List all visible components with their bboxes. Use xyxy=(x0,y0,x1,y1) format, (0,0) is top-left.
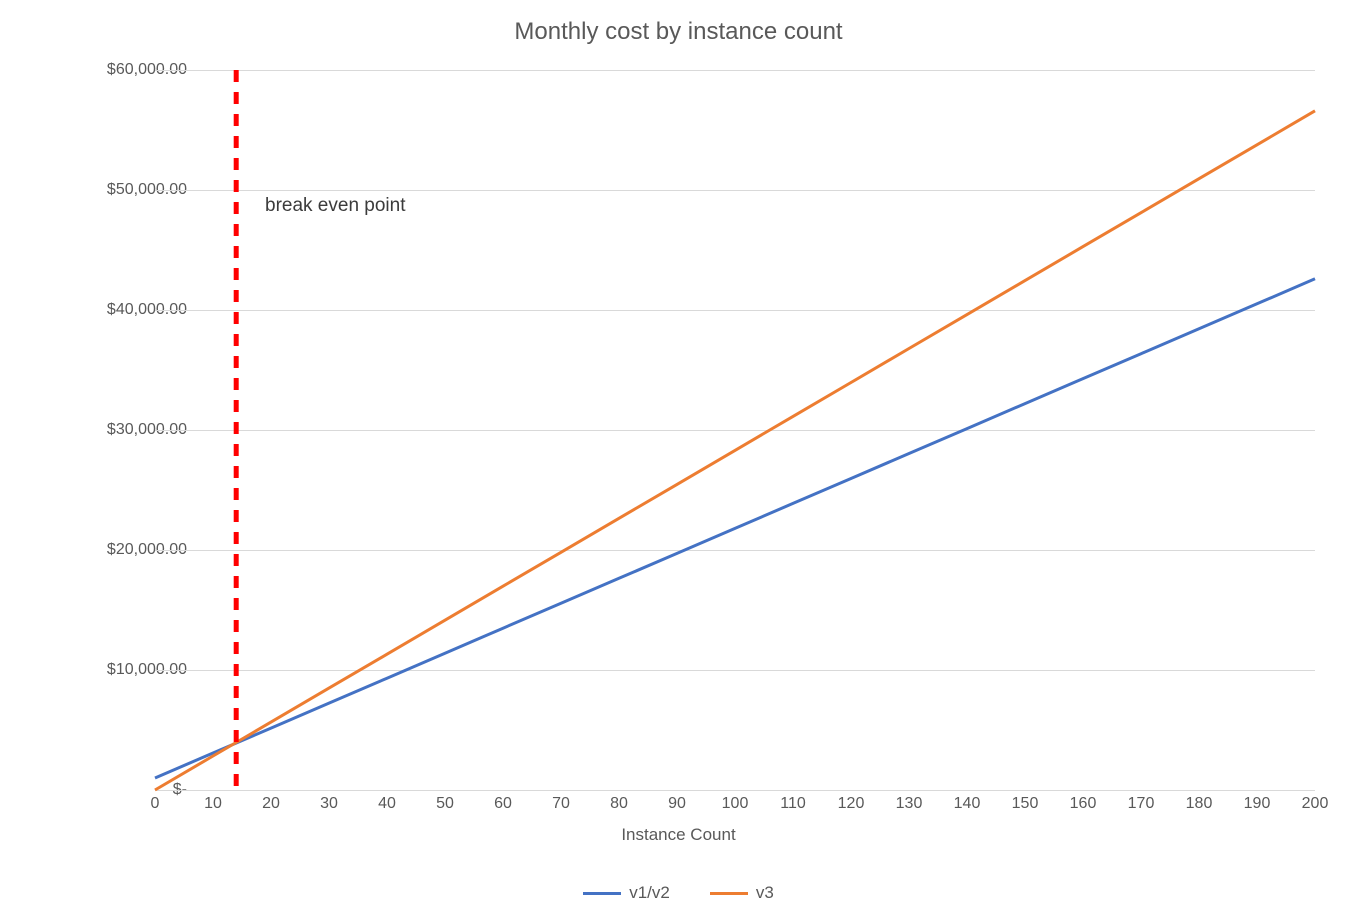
legend: v1/v2 v3 xyxy=(0,883,1357,903)
legend-label-v3: v3 xyxy=(756,883,774,903)
x-tick-label: 160 xyxy=(1070,795,1097,813)
x-tick-label: 140 xyxy=(954,795,981,813)
legend-swatch-v3 xyxy=(710,892,748,895)
legend-item-v1v2: v1/v2 xyxy=(583,883,670,903)
legend-label-v1v2: v1/v2 xyxy=(629,883,670,903)
x-tick-label: 10 xyxy=(204,795,222,813)
x-tick-label: 150 xyxy=(1012,795,1039,813)
x-tick-label: 20 xyxy=(262,795,280,813)
gridline xyxy=(155,790,1315,791)
x-tick-label: 90 xyxy=(668,795,686,813)
plot-area xyxy=(155,70,1315,790)
x-tick-label: 70 xyxy=(552,795,570,813)
x-tick-label: 110 xyxy=(780,795,806,813)
x-tick-label: 30 xyxy=(320,795,338,813)
x-tick-label: 190 xyxy=(1244,795,1271,813)
chart-title: Monthly cost by instance count xyxy=(0,18,1357,46)
x-tick-label: 170 xyxy=(1128,795,1155,813)
x-tick-label: 180 xyxy=(1186,795,1213,813)
x-tick-label: 60 xyxy=(494,795,512,813)
line-plot-svg xyxy=(155,70,1315,790)
legend-swatch-v1v2 xyxy=(583,892,621,895)
annotation-break-even: break even point xyxy=(265,195,406,217)
x-tick-label: 0 xyxy=(151,795,160,813)
chart-container: Monthly cost by instance count $-$10,000… xyxy=(0,0,1357,915)
x-tick-label: 130 xyxy=(896,795,923,813)
x-tick-label: 80 xyxy=(610,795,628,813)
x-tick-label: 50 xyxy=(436,795,454,813)
x-tick-label: 200 xyxy=(1302,795,1329,813)
series-line xyxy=(155,279,1315,778)
x-tick-label: 100 xyxy=(722,795,749,813)
x-axis-label: Instance Count xyxy=(0,825,1357,845)
legend-item-v3: v3 xyxy=(710,883,774,903)
x-tick-label: 40 xyxy=(378,795,396,813)
x-tick-label: 120 xyxy=(838,795,865,813)
